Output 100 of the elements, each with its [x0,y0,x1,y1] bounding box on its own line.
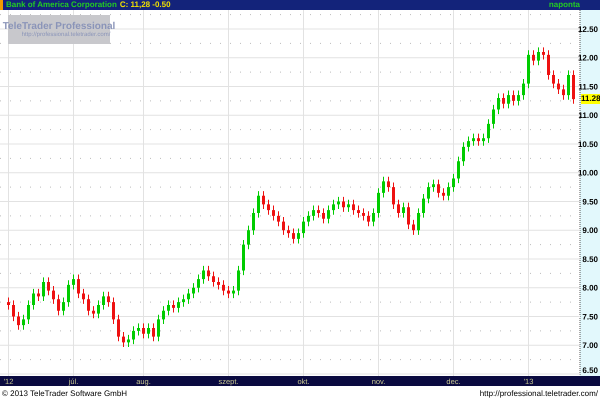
candlestick [557,78,560,94]
candlestick [332,199,335,216]
candlestick [222,280,225,296]
candlestick [372,208,375,227]
axis-label: 11.50 [578,82,598,92]
candlestick [502,92,505,109]
candlestick [142,322,145,339]
candlestick [467,136,470,152]
candlestick [167,300,170,316]
axis-label: 7.00 [582,341,598,350]
candlestick [427,182,430,204]
candlestick [302,216,305,238]
candlestick [572,70,575,104]
axis-label: 7.50 [582,312,598,322]
price-quote: C: 11,28 -0.50 [120,0,171,10]
candlestick [297,228,300,244]
candlestick [287,225,290,238]
candlestick [422,194,425,218]
candlestick [67,280,70,308]
candlestick [562,84,565,100]
candlestick [92,306,95,319]
candlestick [522,78,525,100]
candlestick [312,205,315,221]
candlestick [347,199,350,212]
candlestick [567,70,570,100]
candlestick [187,288,190,304]
candlestick [392,182,395,210]
candlestick [527,50,530,89]
candlestick [157,314,160,342]
candlestick [117,314,120,342]
candlestick [482,133,485,146]
candlestick [27,300,30,324]
candlestick [182,294,185,308]
candlestick [552,70,555,89]
candlestick [47,276,50,296]
candlestick [497,92,500,115]
candlestick [452,173,455,192]
candlestick [12,300,15,322]
candlestick [317,205,320,218]
candlestick [442,188,445,201]
candlestick [247,225,250,250]
axis-label: 8.00 [582,284,598,293]
candlestick [492,104,495,129]
candlestick [532,50,535,66]
candlestick [432,179,435,192]
candlestick [292,228,295,244]
candlestick [437,179,440,198]
candlestick [87,294,90,316]
candlestick [367,210,370,227]
candlestick [252,208,255,236]
candlestick [107,291,110,308]
candlestick [57,294,60,316]
candlestick [7,297,10,310]
candlestick [42,276,45,302]
candlestick [462,142,465,166]
candlestick [337,196,340,210]
candlestick [382,176,385,198]
candlestick [262,190,265,210]
axis-label: 9.00 [582,226,598,236]
candlestick [177,297,180,313]
candlestick [197,274,200,293]
candlestick [152,322,155,342]
candlestick [242,240,245,276]
candlestick [97,300,100,319]
candlestick [162,306,165,324]
candlestick [202,265,205,284]
copyright-text: © 2013 TeleTrader Software GmbH [2,388,128,398]
candlestick [447,182,450,201]
candlestick [272,205,275,221]
candlestick [62,297,65,316]
interval-label: naponta [548,0,580,10]
candlestick [82,288,85,304]
instrument-name: Bank of America Corporation [6,0,117,10]
candlestick [257,190,260,218]
candlestick [52,286,55,304]
candlestick [327,205,330,224]
candlestick [507,90,510,109]
axis-label: 10.50 [578,140,598,149]
candlestick [407,202,410,230]
candlestick [147,322,150,339]
candlestick [32,288,35,310]
axis-label: 12.50 [578,24,598,34]
footer-url: http://professional.teletrader.com/ [480,388,598,398]
candlestick [512,90,515,106]
candlestick [362,208,365,221]
candlestick [77,274,80,299]
candlestick [127,334,130,348]
candlestick [212,271,215,288]
candlestick [277,210,280,227]
candlestick [457,156,460,184]
candlestick [227,286,230,299]
candlestick [192,282,195,299]
candlestick [237,265,240,296]
axis-label: 11.00 [578,111,598,120]
axis-label: 12.00 [578,54,598,63]
candlestick [377,188,380,218]
axis-label: 10.00 [578,168,598,178]
candlestick [547,50,550,80]
candlestick [267,199,270,216]
candlestick [307,210,310,227]
